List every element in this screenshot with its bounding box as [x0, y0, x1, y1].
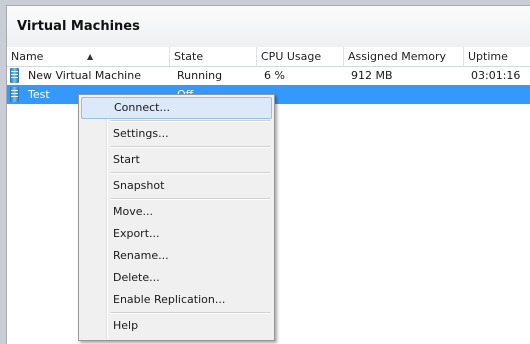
table-row[interactable]: New Virtual Machine Running 6 % 912 MB 0… [7, 66, 530, 85]
column-header-label: CPU Usage [261, 50, 322, 63]
column-header-label: Assigned Memory [348, 50, 446, 63]
column-header-label: Name [11, 50, 44, 63]
column-header-name[interactable]: Name ▲ [7, 47, 170, 66]
menu-item-move[interactable]: Move... [81, 201, 272, 223]
vm-cpu-usage: 6 % [264, 69, 285, 82]
virtual-machine-icon [10, 87, 19, 102]
column-header-cpu-usage[interactable]: CPU Usage [257, 47, 344, 66]
panel-header: Virtual Machines [7, 6, 530, 48]
column-header-label: Uptime [468, 50, 508, 63]
menu-separator [111, 146, 270, 148]
panel-title: Virtual Machines [17, 19, 140, 34]
vm-name: New Virtual Machine [28, 69, 141, 82]
virtual-machine-icon [10, 68, 19, 83]
menu-separator [111, 312, 270, 314]
context-menu: Connect... Settings... Start Snapshot Mo… [78, 94, 275, 341]
vm-uptime: 03:01:16 [471, 69, 521, 82]
menu-separator [111, 120, 270, 122]
menu-item-enable-replication[interactable]: Enable Replication... [81, 289, 272, 311]
menu-item-settings[interactable]: Settings... [81, 123, 272, 145]
column-headers: Name ▲ State CPU Usage Assigned Memory U… [7, 47, 530, 67]
vm-assigned-memory: 912 MB [351, 69, 393, 82]
menu-item-snapshot[interactable]: Snapshot [81, 175, 272, 197]
vm-name: Test [28, 88, 50, 101]
sort-ascending-icon: ▲ [87, 52, 94, 61]
menu-separator [111, 198, 270, 200]
menu-item-export[interactable]: Export... [81, 223, 272, 245]
menu-item-start[interactable]: Start [81, 149, 272, 171]
menu-item-connect[interactable]: Connect... [81, 97, 272, 119]
menu-item-delete[interactable]: Delete... [81, 267, 272, 289]
menu-separator [111, 172, 270, 174]
column-header-uptime[interactable]: Uptime [464, 47, 530, 66]
column-header-state[interactable]: State [170, 47, 257, 66]
menu-item-rename[interactable]: Rename... [81, 245, 272, 267]
vm-state: Running [177, 69, 223, 82]
menu-item-help[interactable]: Help [81, 315, 272, 337]
column-header-assigned-memory[interactable]: Assigned Memory [344, 47, 464, 66]
column-header-label: State [174, 50, 204, 63]
